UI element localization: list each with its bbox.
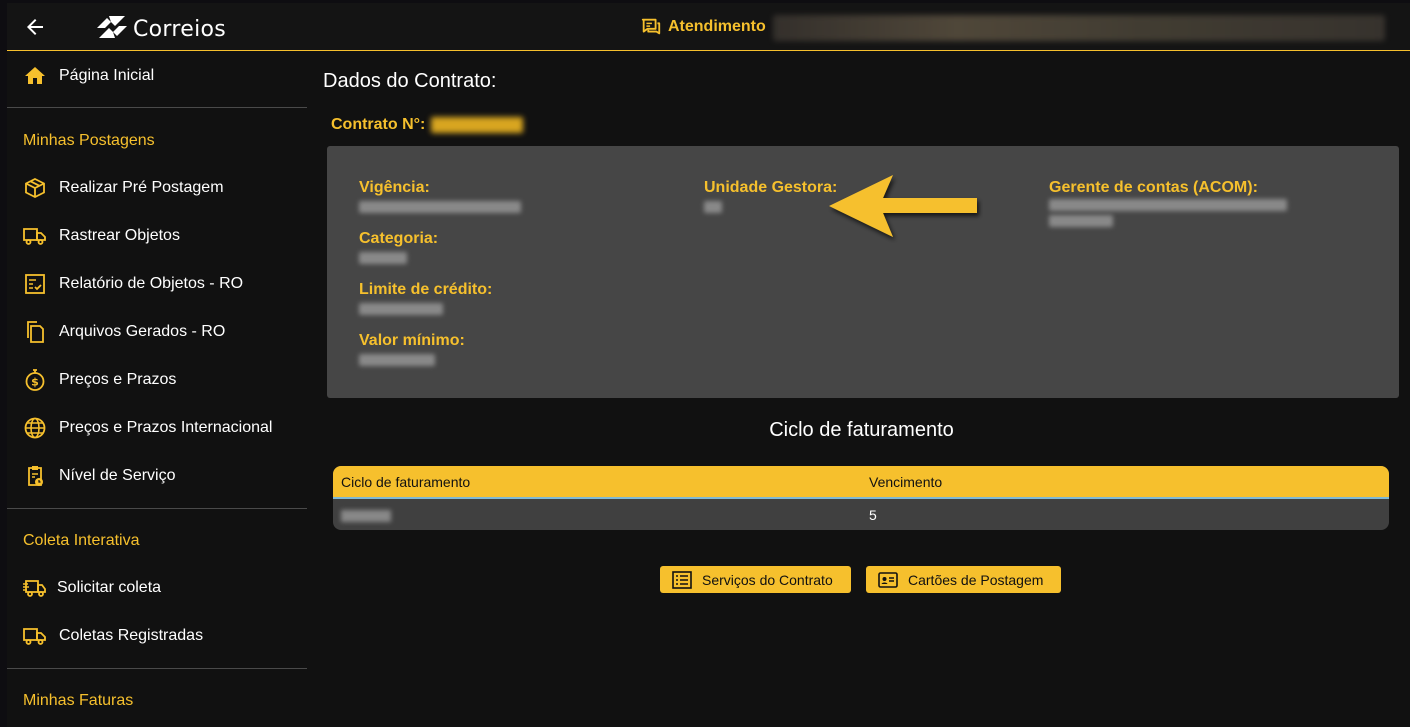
sidebar-item-label: Relatório de Objetos - RO [59,275,244,292]
sidebar-item-label: Realizar Pré Postagem [59,179,224,196]
sidebar-divider [7,508,307,509]
report-icon [25,274,45,294]
vigencia-label: Vigência: [359,179,430,196]
sidebar-item-solicitar-coleta[interactable]: Solicitar coleta [7,568,307,608]
sidebar-item-label: Preços e Prazos [59,371,177,388]
package-icon [25,177,45,199]
section-minhas-faturas[interactable]: Minhas Faturas [23,692,133,710]
sidebar-item-coletas-registradas[interactable]: Coletas Registradas [7,616,307,656]
sidebar-item-precos[interactable]: $ Preços e Prazos [7,360,307,400]
files-icon [27,321,44,343]
section-coleta-interativa: Coleta Interativa [23,532,140,549]
contract-number: Contrato N°: [331,116,524,134]
cards-button[interactable]: Cartões de Postagem [866,566,1061,593]
truck-icon [23,628,46,645]
clipboard-clock-icon [28,466,43,486]
unidade-gestora-label: Unidade Gestora: [704,179,838,196]
sidebar-item-pre-postagem[interactable]: Realizar Pré Postagem [7,168,307,208]
sidebar-item-home[interactable]: Página Inicial [7,56,307,96]
home-icon [25,67,45,84]
list-icon [672,570,692,589]
annotation-arrow-icon [829,175,977,237]
sidebar-item-label: Rastrear Objetos [59,227,180,244]
contract-label: Contrato N°: [331,116,426,133]
sidebar-divider [7,668,307,669]
vigencia-value-redacted [359,201,521,213]
fast-truck-icon [23,580,46,597]
sidebar: Página Inicial Minhas Postagens Realizar… [7,52,307,727]
gerente-label: Gerente de contas (ACOM): [1049,179,1258,196]
sidebar-item-label: Arquivos Gerados - RO [59,323,226,340]
section-minhas-postagens: Minhas Postagens [23,132,155,149]
limite-value-redacted [359,303,443,315]
sidebar-item-arquivos[interactable]: Arquivos Gerados - RO [7,312,307,352]
logo-text: Correios [133,16,227,42]
table-header: Ciclo de faturamento Vencimento [333,466,1389,499]
valor-minimo-label: Valor mínimo: [359,332,465,349]
services-button[interactable]: Serviços do Contrato [660,566,851,593]
sidebar-item-nivel-servico[interactable]: Nível de Serviço [7,456,307,496]
unidade-gestora-value-redacted [704,201,722,213]
page-title: Dados do Contrato: [323,70,497,92]
back-arrow-icon[interactable] [23,15,47,39]
correios-logo[interactable]: Correios [95,12,226,42]
svg-text:$: $ [31,376,39,389]
vencimento-value: 5 [869,507,877,523]
chat-icon [641,18,661,35]
sidebar-item-label: Coletas Registradas [59,627,204,644]
top-header: Correios Atendimento [7,3,1410,51]
categoria-value-redacted [359,252,407,264]
app-window: Correios Atendimento Página Inicial Minh… [7,3,1410,727]
money-stopwatch-icon: $ [25,369,45,391]
billing-section-title: Ciclo de faturamento [7,419,1410,442]
limite-label: Limite de crédito: [359,281,493,298]
services-button-label: Serviços do Contrato [702,571,833,588]
truck-icon [23,228,46,245]
sidebar-item-label: Solicitar coleta [57,579,162,596]
cards-button-label: Cartões de Postagem [908,571,1044,588]
billing-table: Ciclo de faturamento Vencimento 5 [333,466,1389,530]
col-header-ciclo[interactable]: Ciclo de faturamento [341,474,470,490]
contract-number-redacted [431,117,524,133]
sidebar-item-rastrear[interactable]: Rastrear Objetos [7,216,307,256]
col-header-vencimento[interactable]: Vencimento [869,474,942,490]
sidebar-item-label: Nível de Serviço [59,467,176,484]
gerente-value-redacted-line2 [1049,215,1113,227]
correios-logo-icon [97,16,127,38]
sidebar-item-relatorio[interactable]: Relatório de Objetos - RO [7,264,307,304]
attendance-link[interactable]: Atendimento [640,15,766,39]
id-card-icon [878,571,898,588]
attendance-label: Atendimento [668,18,766,35]
valor-minimo-value-redacted [359,354,435,366]
sidebar-divider [7,107,307,108]
ciclo-value-redacted [341,510,391,522]
user-info-redacted [773,15,1385,41]
sidebar-item-label: Página Inicial [59,67,155,84]
billing-title-text: Ciclo de faturamento [769,419,954,441]
categoria-label: Categoria: [359,230,439,247]
gerente-value-redacted-line1 [1049,199,1287,211]
